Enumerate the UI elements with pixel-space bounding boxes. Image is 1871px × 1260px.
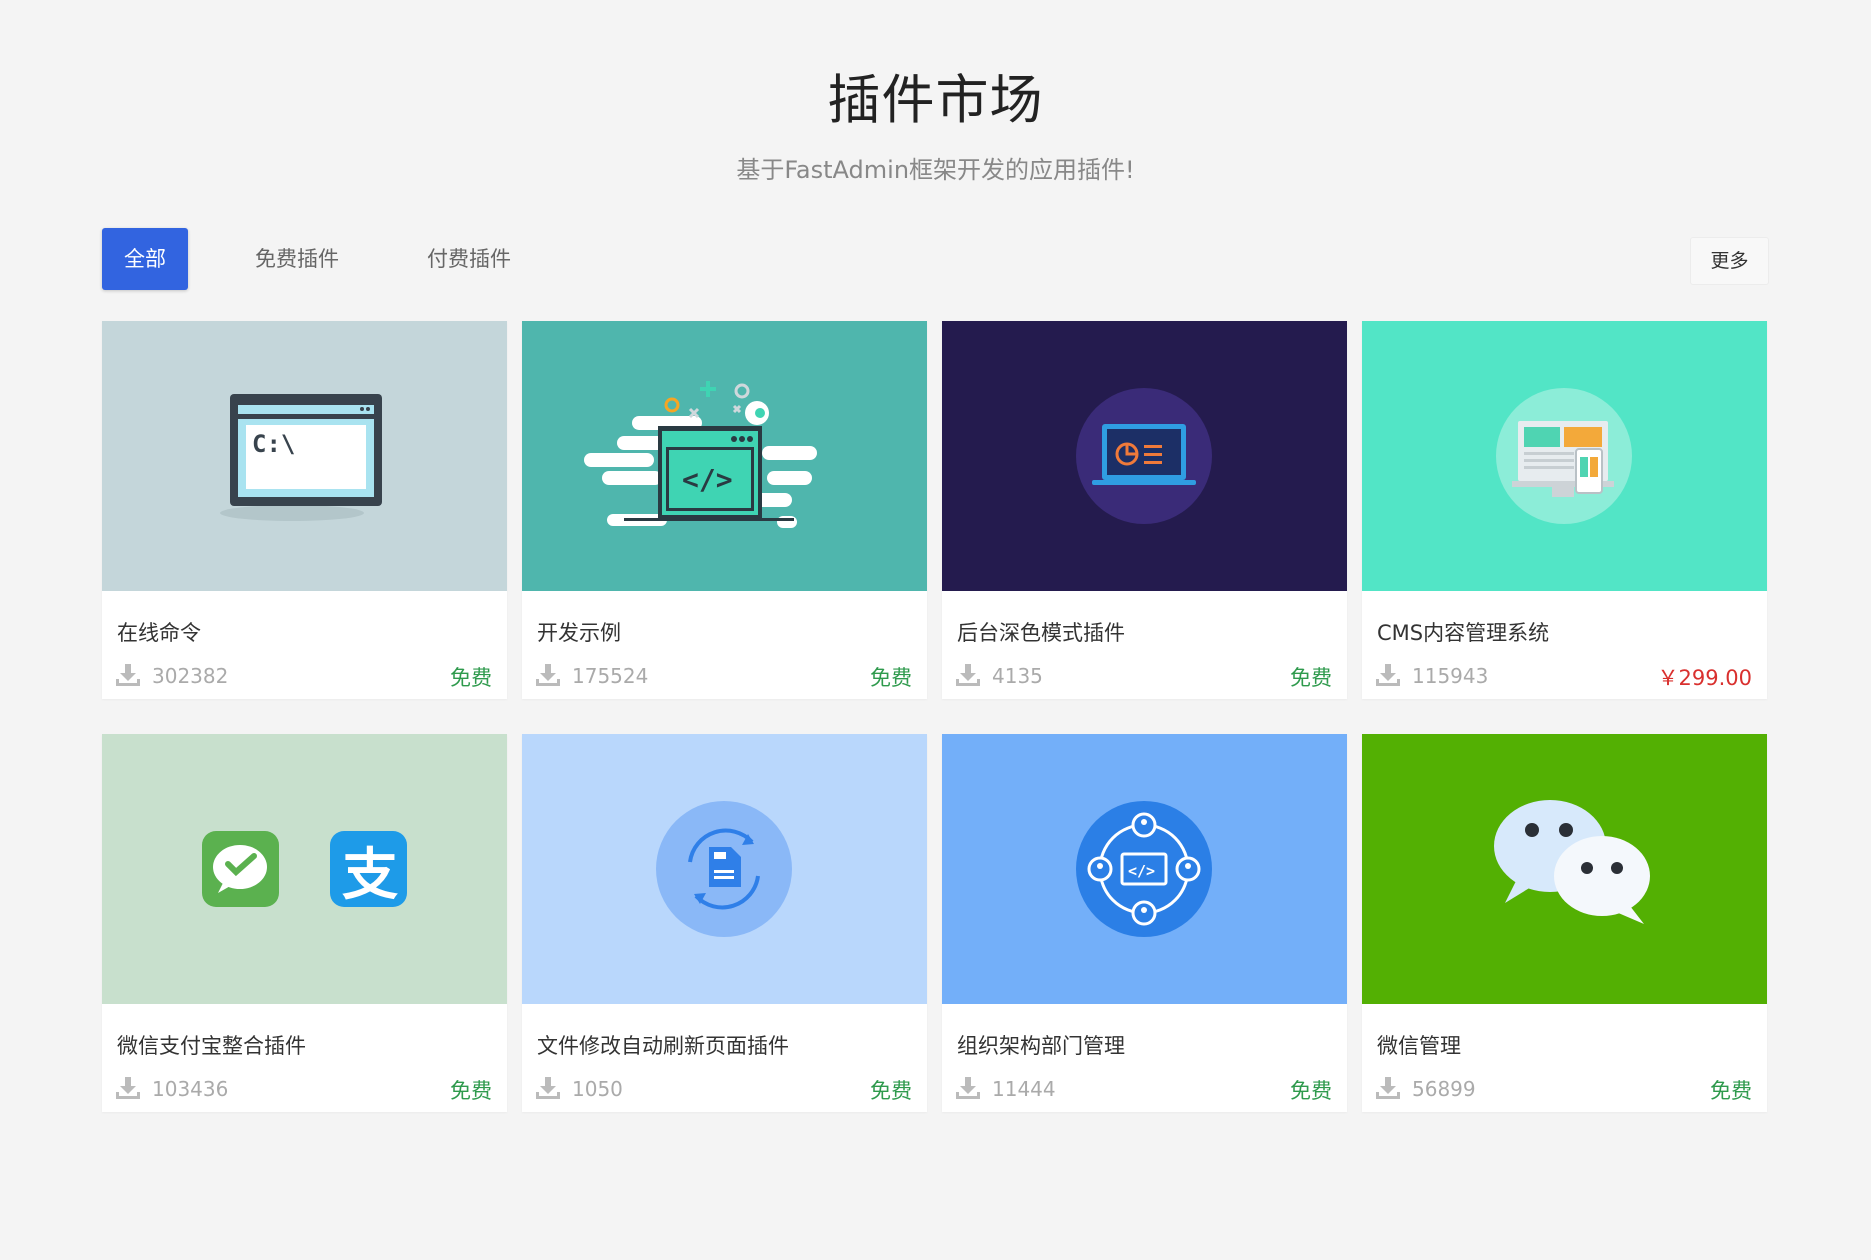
- more-button[interactable]: 更多: [1690, 237, 1769, 285]
- plugin-thumbnail: </>: [942, 734, 1347, 1004]
- price-label: 免费: [870, 1079, 912, 1103]
- download-count: 103436: [152, 1077, 229, 1101]
- svg-text:</>: </>: [1128, 862, 1155, 880]
- plugin-title: CMS内容管理系统: [1377, 621, 1550, 645]
- plugin-card[interactable]: 后台深色模式插件 4135 免费: [942, 321, 1347, 699]
- price-label: 免费: [1710, 1079, 1752, 1103]
- plugin-card[interactable]: C:\ 在线命令 302382 免费: [102, 321, 507, 699]
- plugin-card[interactable]: </> 组织架构部门管理 11444 免费: [942, 734, 1347, 1112]
- price-label: 免费: [870, 666, 912, 690]
- plugin-thumbnail: C:\: [102, 321, 507, 591]
- file-refresh-icon: [656, 801, 792, 937]
- download-count: 56899: [1412, 1077, 1476, 1101]
- page-title: 插件市场: [827, 70, 1044, 131]
- tab-all[interactable]: 全部: [102, 228, 188, 290]
- wechat-chat-icon: [1494, 800, 1650, 924]
- download-count: 115943: [1412, 664, 1489, 688]
- tab-paid[interactable]: 付费插件: [404, 228, 534, 290]
- download-icon: [956, 664, 980, 686]
- plugin-card[interactable]: 文件修改自动刷新页面插件 1050 免费: [522, 734, 927, 1112]
- svg-text:</>: </>: [682, 463, 733, 496]
- download-count: 175524: [572, 664, 649, 688]
- price-label: 免费: [1290, 1079, 1332, 1103]
- download-count: 302382: [152, 664, 229, 688]
- price-label: 免费: [1290, 666, 1332, 690]
- plugin-thumbnail: [942, 321, 1347, 591]
- terminal-icon: C:\: [220, 394, 382, 521]
- download-icon: [1376, 664, 1400, 686]
- plugin-card[interactable]: 支 微信支付宝整合插件 103436 免费: [102, 734, 507, 1112]
- download-count: 4135: [992, 664, 1043, 688]
- plugin-title: 在线命令: [117, 621, 201, 645]
- tab-free[interactable]: 免费插件: [232, 228, 362, 290]
- plugin-title: 开发示例: [537, 621, 621, 645]
- svg-text:C:\: C:\: [252, 430, 295, 458]
- download-icon: [116, 664, 140, 686]
- responsive-devices-icon: [1496, 388, 1632, 524]
- plugin-thumbnail: </>: [522, 321, 927, 591]
- plugin-card[interactable]: CMS内容管理系统 115943 ￥299.00: [1362, 321, 1767, 699]
- price-label: ￥299.00: [1657, 666, 1752, 690]
- plugin-title: 微信管理: [1377, 1034, 1461, 1058]
- download-icon: [536, 664, 560, 686]
- download-icon: [536, 1077, 560, 1099]
- download-icon: [956, 1077, 980, 1099]
- plugin-thumbnail: [1362, 321, 1767, 591]
- page-subtitle: 基于FastAdmin框架开发的应用插件!: [736, 156, 1135, 184]
- wechatpay-alipay-icon: 支: [202, 831, 407, 908]
- plugin-thumbnail: [522, 734, 927, 1004]
- code-window-icon: </>: [584, 381, 817, 528]
- plugin-title: 后台深色模式插件: [957, 621, 1125, 645]
- download-icon: [116, 1077, 140, 1099]
- plugin-card[interactable]: </> 开发示例 175524 免费: [522, 321, 927, 699]
- price-label: 免费: [450, 1079, 492, 1103]
- plugin-title: 文件修改自动刷新页面插件: [537, 1034, 789, 1058]
- svg-text:支: 支: [342, 843, 398, 908]
- plugin-title: 组织架构部门管理: [957, 1034, 1125, 1058]
- plugin-thumbnail: 支: [102, 734, 507, 1004]
- dashboard-laptop-icon: [1076, 388, 1212, 524]
- plugin-title: 微信支付宝整合插件: [117, 1034, 306, 1058]
- download-count: 1050: [572, 1077, 623, 1101]
- download-icon: [1376, 1077, 1400, 1099]
- download-count: 11444: [992, 1077, 1056, 1101]
- org-network-icon: </>: [1076, 801, 1212, 937]
- plugin-card[interactable]: 微信管理 56899 免费: [1362, 734, 1767, 1112]
- price-label: 免费: [450, 666, 492, 690]
- plugin-thumbnail: [1362, 734, 1767, 1004]
